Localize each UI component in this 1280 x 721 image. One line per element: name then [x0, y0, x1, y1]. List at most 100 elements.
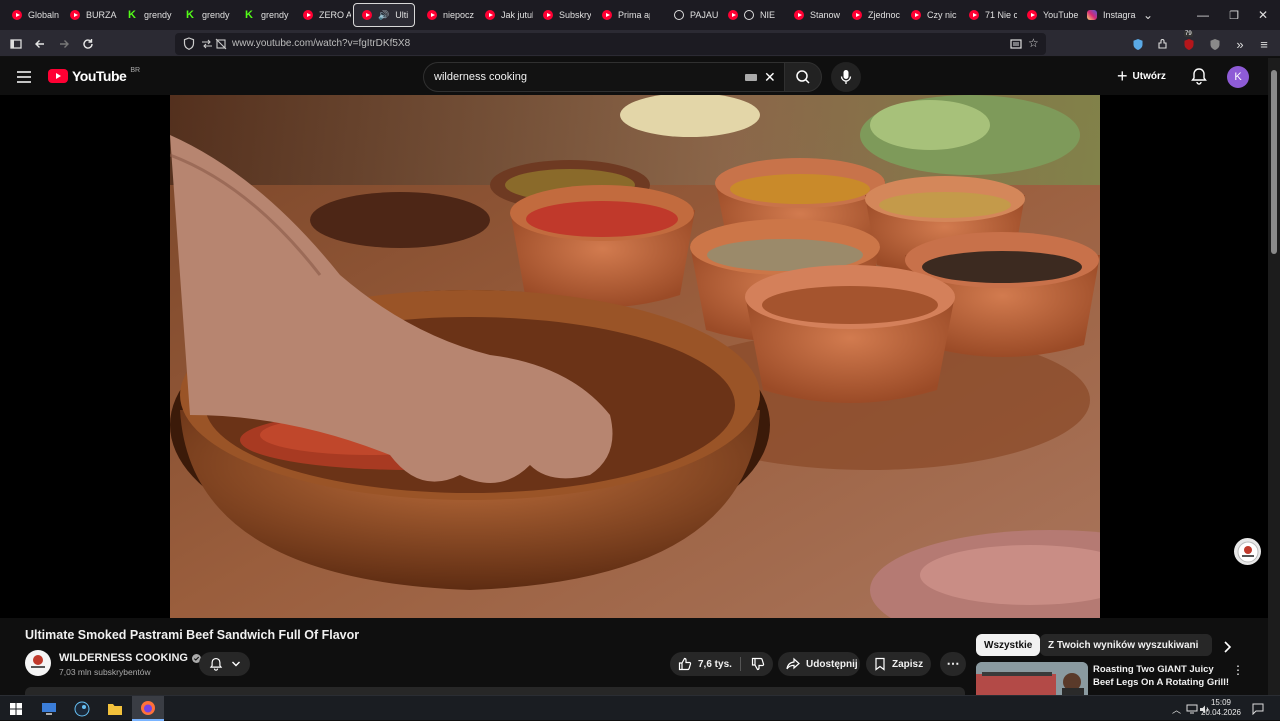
tab-label: Ulti	[395, 10, 409, 20]
description-box[interactable]	[25, 687, 965, 695]
search-box[interactable]: wilderness cooking ✕	[423, 62, 784, 92]
voice-search-button[interactable]	[831, 62, 861, 92]
no-tracking-icon[interactable]	[215, 37, 227, 55]
browser-tab[interactable]: Instagra	[1079, 3, 1137, 27]
save-label: Zapisz	[892, 658, 924, 670]
channel-name-row[interactable]: WILDERNESS COOKING	[59, 652, 201, 664]
chips-next-chevron-icon[interactable]	[1220, 640, 1234, 659]
youtube-icon	[12, 10, 22, 20]
notifications-bell-icon[interactable]	[1190, 67, 1208, 90]
share-button[interactable]: Udostępnij	[778, 652, 860, 676]
create-button[interactable]: + Utwórz	[1117, 66, 1166, 86]
browser-tab[interactable]: BURZA	[62, 3, 118, 27]
minimize-button[interactable]: —	[1186, 0, 1220, 30]
recommended-title[interactable]: Roasting Two GIANT Juicy Beef Legs On A …	[1093, 663, 1233, 689]
browser-tab[interactable]: K grendy	[120, 3, 176, 27]
chip-all[interactable]: Wszystkie	[976, 634, 1041, 656]
search-button[interactable]	[784, 62, 822, 92]
windows-taskbar: ︿ 15:09 20.04.2026	[0, 695, 1280, 721]
overflow-chevron-icon[interactable]: »	[1230, 34, 1250, 54]
tab-label: grendy	[144, 10, 172, 20]
channel-watermark[interactable]	[1234, 538, 1261, 565]
browser-tab[interactable]: Jak jutul	[477, 3, 533, 27]
sidebar-toggle-icon[interactable]	[6, 34, 26, 54]
tab-label: 71 Nie c	[985, 10, 1017, 20]
ublock-icon[interactable]: 79	[1179, 31, 1199, 54]
browser-tab-active[interactable]: 🔊 Ulti ✕	[353, 3, 415, 27]
youtube-masthead: YouTube BR wilderness cooking ✕ + Utwórz…	[0, 58, 1268, 95]
address-bar[interactable]: www.youtube.com/watch?v=fgItrDKf5X8 ☆	[175, 33, 1046, 55]
browser-tab[interactable]: Stanow	[786, 3, 842, 27]
channel-name[interactable]: WILDERNESS COOKING	[59, 652, 188, 664]
taskbar-clock[interactable]: 15:09 20.04.2026	[1196, 698, 1246, 718]
thumbs-down-icon	[751, 657, 765, 671]
kick-icon: K	[245, 9, 253, 21]
recommended-menu-icon[interactable]: ⋮	[1232, 663, 1244, 677]
browser-tab[interactable]: K grendy	[178, 3, 234, 27]
browser-tab[interactable]: Prima ap	[594, 3, 650, 27]
tab-label: niepocz	[443, 10, 475, 20]
hamburger-menu-icon[interactable]	[14, 67, 34, 87]
vpn-shield-icon[interactable]	[1128, 34, 1148, 54]
recommended-thumbnail[interactable]	[976, 662, 1088, 695]
tab-label: ZERO AI	[319, 10, 351, 20]
youtube-icon	[602, 10, 612, 20]
back-icon[interactable]	[30, 34, 50, 54]
tab-label: Stanow	[810, 10, 841, 20]
network-app-icon[interactable]	[33, 696, 65, 721]
clear-search-icon[interactable]: ✕	[764, 69, 776, 86]
scrollbar-thumb[interactable]	[1271, 70, 1277, 254]
youtube-icon	[485, 10, 495, 20]
chip-partial[interactable]	[1198, 634, 1212, 656]
browser-tab[interactable]: YouTube	[1019, 3, 1079, 27]
browser-tab[interactable]: Czy nic	[903, 3, 959, 27]
subscription-bell-button[interactable]	[199, 652, 250, 676]
video-frame[interactable]	[170, 95, 1100, 618]
page-scrollbar[interactable]	[1268, 58, 1280, 695]
file-explorer-icon[interactable]	[99, 696, 131, 721]
extensions-icon[interactable]	[1153, 34, 1173, 54]
browser-tab[interactable]: ZERO AI	[295, 3, 351, 27]
reader-view-icon[interactable]	[1010, 37, 1022, 55]
firefox-icon[interactable]	[132, 696, 164, 721]
browser-tab[interactable]: K grendy	[237, 3, 293, 27]
menu-icon[interactable]: ≡	[1254, 34, 1274, 54]
browser-tab[interactable]: PAJAU	[666, 3, 720, 27]
bookmark-star-icon[interactable]: ☆	[1028, 36, 1039, 50]
url-text[interactable]: www.youtube.com/watch?v=fgItrDKf5X8	[232, 38, 410, 49]
youtube-logo[interactable]: YouTube BR	[48, 67, 140, 84]
windows-start-icon[interactable]	[0, 696, 32, 721]
save-button[interactable]: Zapisz	[866, 652, 931, 676]
browser-tab[interactable]: Zjednoc	[844, 3, 900, 27]
tab-label: YouTube	[1043, 10, 1079, 20]
reload-icon[interactable]	[78, 34, 98, 54]
notification-center-icon[interactable]	[1252, 702, 1264, 720]
tab-label: Czy nic	[927, 10, 957, 20]
permissions-icon[interactable]	[201, 37, 213, 55]
browser-tab[interactable]: 71 Nie c	[961, 3, 1017, 27]
like-button[interactable]: 7,6 tys.	[670, 652, 740, 676]
browser-tab-strip: Globaln BURZA K grendy K grendy K grendy…	[0, 0, 1280, 30]
avatar[interactable]: K	[1227, 66, 1249, 88]
tab-list-chevron-icon[interactable]: ⌄	[1131, 0, 1165, 30]
search-input[interactable]: wilderness cooking	[434, 71, 527, 83]
tray-chevron-icon[interactable]: ︿	[1172, 703, 1181, 716]
keyboard-icon[interactable]	[745, 74, 757, 81]
channel-avatar[interactable]	[25, 650, 51, 676]
circle-icon	[744, 10, 754, 20]
browser-tab[interactable]: Globaln	[4, 3, 60, 27]
dislike-button[interactable]	[743, 652, 773, 676]
browser-tab[interactable]: NIE M	[720, 3, 778, 27]
speaker-icon[interactable]: 🔊	[378, 10, 389, 21]
video-player[interactable]	[0, 95, 1268, 618]
close-window-button[interactable]: ✕	[1246, 0, 1280, 30]
browser-tab[interactable]: Subskry	[535, 3, 591, 27]
forward-icon[interactable]	[54, 34, 74, 54]
search-icon	[796, 70, 810, 84]
chip-from-search[interactable]: Z Twoich wyników wyszukiwania	[1040, 634, 1212, 656]
privacy-shield-icon[interactable]	[1205, 34, 1225, 54]
steam-icon[interactable]	[66, 696, 98, 721]
browser-tab[interactable]: niepocz	[419, 3, 475, 27]
more-actions-button[interactable]: ⋯	[940, 652, 966, 676]
shield-icon[interactable]	[183, 37, 195, 55]
